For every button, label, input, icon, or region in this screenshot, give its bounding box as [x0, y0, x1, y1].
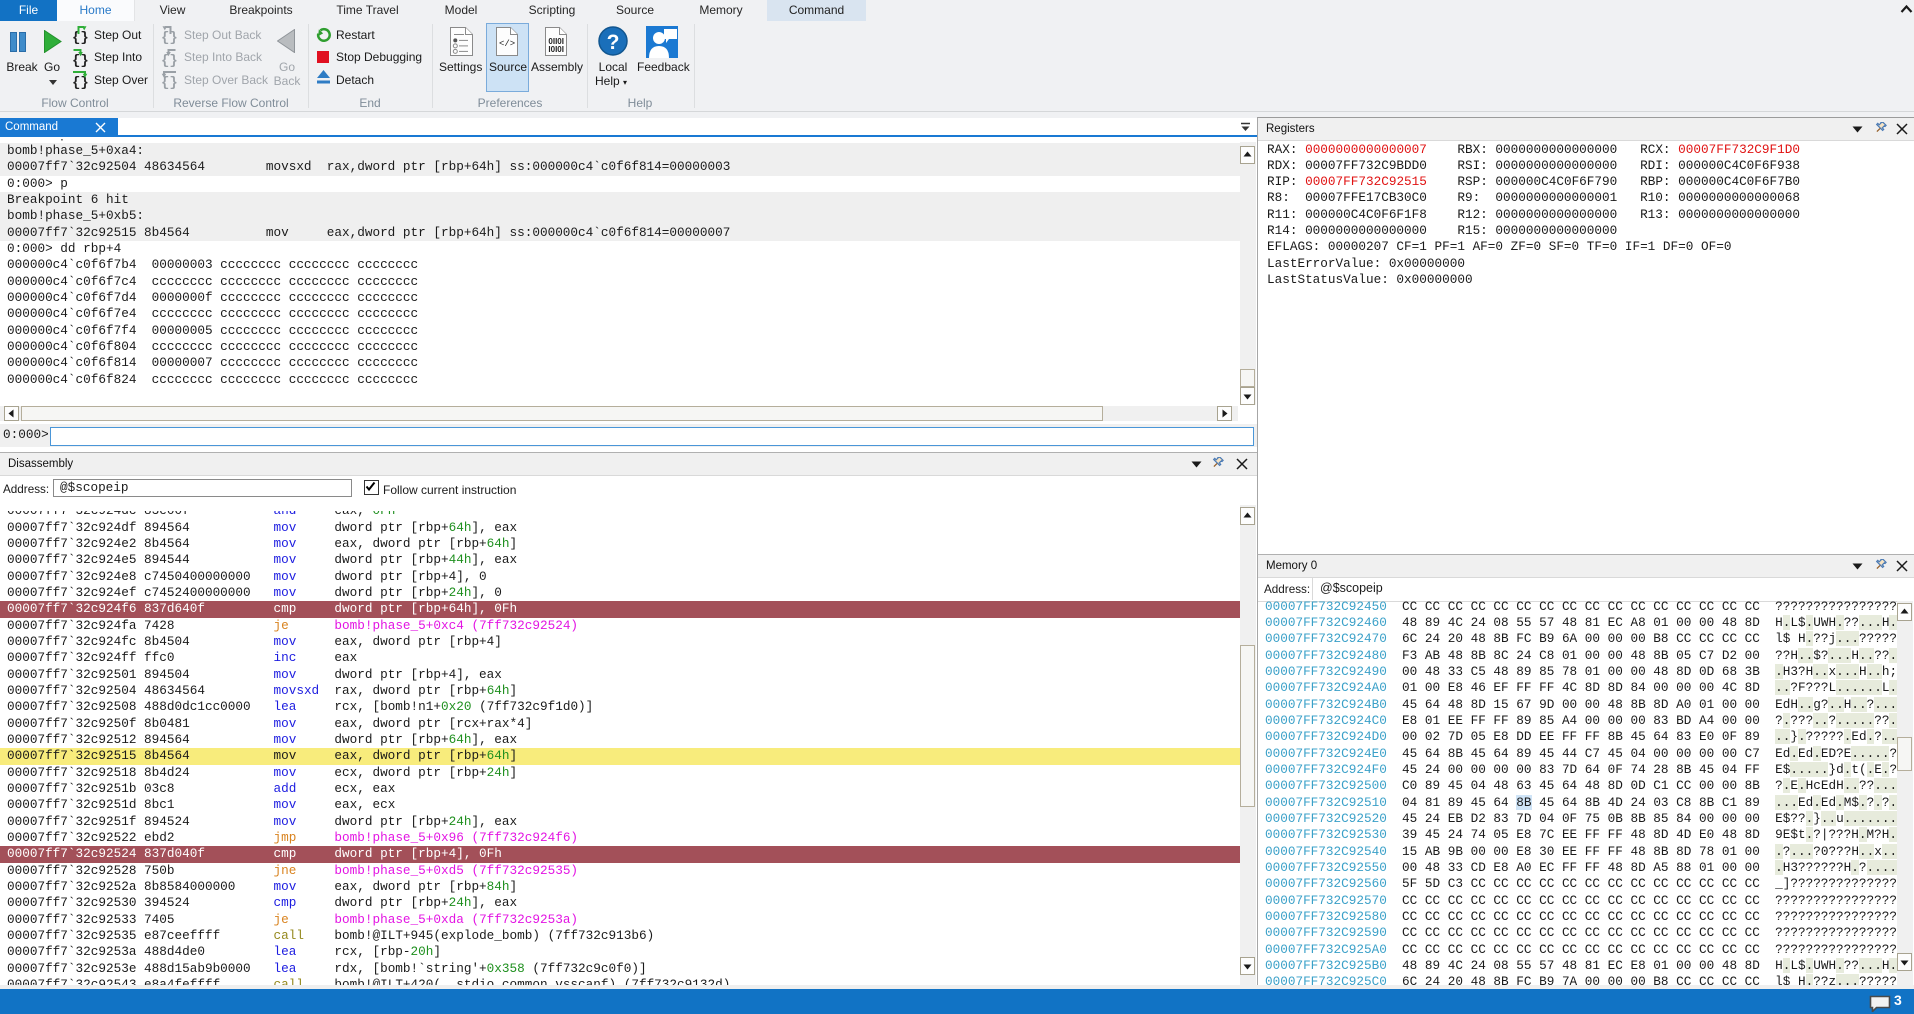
- svg-text:{}: {}: [72, 75, 89, 89]
- svg-text:</>: </>: [499, 39, 515, 49]
- svg-text:I0I0I: I0I0I: [548, 45, 564, 54]
- svg-text:{}: {}: [161, 30, 178, 44]
- svg-text:?: ?: [607, 31, 620, 54]
- svg-text:{}: {}: [72, 30, 89, 44]
- svg-text:{}: {}: [161, 53, 178, 67]
- svg-text:{}: {}: [161, 75, 178, 89]
